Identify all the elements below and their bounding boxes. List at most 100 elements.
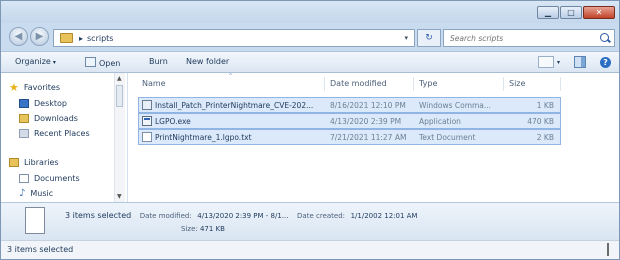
column-header-name[interactable]: Name — [142, 79, 166, 88]
column-divider[interactable] — [324, 77, 325, 91]
file-name: LGPO.exe — [155, 117, 191, 126]
column-divider[interactable] — [413, 77, 414, 91]
details-date-modified-value: 4/13/2020 2:39 PM - 8/1... — [197, 212, 289, 220]
column-divider[interactable] — [503, 77, 504, 91]
nav-desktop-label: Desktop — [34, 99, 67, 108]
nav-desktop[interactable]: Desktop — [19, 99, 67, 108]
search-input[interactable] — [450, 33, 590, 43]
refresh-icon: ↻ — [425, 33, 433, 43]
details-date-modified-label: Date modified: — [139, 212, 192, 220]
cmd-file-icon — [142, 100, 152, 110]
downloads-icon — [19, 114, 29, 123]
column-header-type[interactable]: Type — [419, 79, 437, 88]
nav-libraries[interactable]: Libraries — [9, 158, 59, 167]
chevron-down-icon: ▾ — [556, 58, 560, 66]
preview-pane-icon[interactable] — [574, 56, 586, 68]
breadcrumb-scripts[interactable]: scripts — [87, 34, 113, 43]
details-size: Size: 471 KB — [181, 225, 225, 233]
file-type: Windows Comma... — [419, 101, 492, 110]
minimize-icon: ▁ — [544, 8, 552, 17]
star-icon: ★ — [9, 81, 19, 94]
back-arrow-icon: ◀ — [14, 31, 23, 42]
organize-label: Organize — [15, 57, 51, 66]
txt-file-icon — [142, 132, 152, 142]
nav-downloads-label: Downloads — [34, 114, 78, 123]
maximize-button[interactable]: □ — [560, 6, 582, 19]
nav-recent-places[interactable]: Recent Places — [19, 129, 90, 138]
nav-downloads[interactable]: Downloads — [19, 114, 78, 123]
status-text: 3 items selected — [7, 245, 74, 254]
nav-scrollbar[interactable]: ▲ ▼ — [114, 73, 125, 202]
command-bar: Organize ▾ Open Burn New folder ▾ ? — [1, 51, 619, 73]
sort-ascending-icon: ^ — [228, 73, 234, 80]
search-icon[interactable] — [600, 33, 609, 42]
file-date: 4/13/2020 2:39 PM — [330, 117, 402, 126]
change-view-button[interactable]: ▾ — [537, 56, 560, 68]
nav-favorites[interactable]: ★ Favorites — [9, 81, 61, 94]
file-date: 8/16/2021 12:10 PM — [330, 101, 406, 110]
forward-arrow-icon: ▶ — [35, 31, 44, 42]
burn-button[interactable]: Burn — [149, 57, 168, 66]
close-icon: ✕ — [595, 8, 603, 17]
details-selected-count: 3 items selected — [65, 211, 132, 220]
new-folder-button[interactable]: New folder — [186, 57, 229, 66]
status-bar: 3 items selected — [1, 240, 619, 259]
file-size: 470 KB — [527, 117, 554, 126]
file-size: 1 KB — [536, 101, 554, 110]
file-row[interactable]: Install_Patch_PrinterNightmare_CVE-202..… — [138, 97, 561, 113]
search-box[interactable] — [443, 29, 615, 47]
file-row[interactable]: PrintNightmare_1.lgpo.txt 7/21/2021 11:2… — [138, 129, 561, 145]
documents-icon — [19, 174, 29, 183]
column-divider[interactable] — [560, 77, 561, 91]
file-type: Text Document — [419, 133, 476, 142]
details-size-value: 471 KB — [199, 225, 225, 233]
multiple-files-icon — [22, 207, 45, 240]
column-header-size[interactable]: Size — [509, 79, 525, 88]
navigation-pane: ★ Favorites Desktop Downloads Recent Plac… — [1, 73, 128, 202]
open-button[interactable]: Open — [85, 57, 120, 68]
details-summary: 3 items selected Date modified: 4/13/202… — [65, 211, 417, 220]
open-label: Open — [99, 59, 121, 68]
file-name: Install_Patch_PrinterNightmare_CVE-202..… — [155, 101, 314, 110]
explorer-window: ▁ □ ✕ ◀ ▶ ▸ scripts ▾ ↻ Organize▾ Open B… — [0, 0, 620, 260]
file-row[interactable]: LGPO.exe 4/13/2020 2:39 PM Application 4… — [138, 113, 561, 129]
breadcrumb-separator[interactable]: ▸ — [79, 34, 83, 43]
nav-music-label: Music — [30, 189, 54, 198]
close-button[interactable]: ✕ — [583, 6, 615, 19]
nav-documents[interactable]: Documents — [19, 174, 80, 183]
view-icon — [537, 56, 554, 68]
help-icon[interactable]: ? — [600, 56, 611, 68]
folder-icon — [60, 33, 73, 43]
forward-button[interactable]: ▶ — [30, 27, 49, 46]
nav-favorites-label: Favorites — [23, 83, 61, 92]
details-date-created-value: 1/1/2002 12:01 AM — [350, 212, 418, 220]
toolbar-right: ▾ ? — [537, 56, 611, 68]
scroll-down-icon[interactable]: ▼ — [117, 193, 122, 200]
refresh-button[interactable]: ↻ — [417, 29, 441, 47]
nav-documents-label: Documents — [34, 174, 80, 183]
file-name: PrintNightmare_1.lgpo.txt — [155, 133, 252, 142]
address-dropdown-icon[interactable]: ▾ — [404, 34, 408, 42]
scroll-thumb[interactable] — [116, 85, 123, 107]
minimize-button[interactable]: ▁ — [537, 6, 559, 19]
organize-button[interactable]: Organize ▾ — [15, 57, 56, 66]
details-date-created-label: Date created: — [297, 212, 346, 220]
open-icon — [85, 57, 96, 67]
music-icon: ♪ — [19, 188, 26, 199]
address-bar[interactable]: ▸ scripts ▾ — [53, 29, 415, 47]
nav-recent-places-label: Recent Places — [34, 129, 90, 138]
burn-label: Burn — [149, 57, 168, 66]
caption-buttons: ▁ □ ✕ — [537, 6, 615, 19]
desktop-icon — [19, 99, 29, 108]
resize-grip[interactable] — [607, 243, 609, 256]
exe-file-icon — [142, 116, 152, 126]
file-list: ^ Name Date modified Type Size Install_P… — [128, 73, 619, 202]
title-bar: ▁ □ ✕ — [1, 1, 619, 23]
maximize-icon: □ — [567, 8, 575, 17]
column-header-date-modified[interactable]: Date modified — [330, 79, 387, 88]
scroll-up-icon[interactable]: ▲ — [117, 75, 122, 82]
libraries-icon — [9, 158, 19, 167]
nav-music[interactable]: ♪ Music — [19, 188, 54, 199]
file-size: 2 KB — [536, 133, 554, 142]
back-button[interactable]: ◀ — [9, 27, 28, 46]
